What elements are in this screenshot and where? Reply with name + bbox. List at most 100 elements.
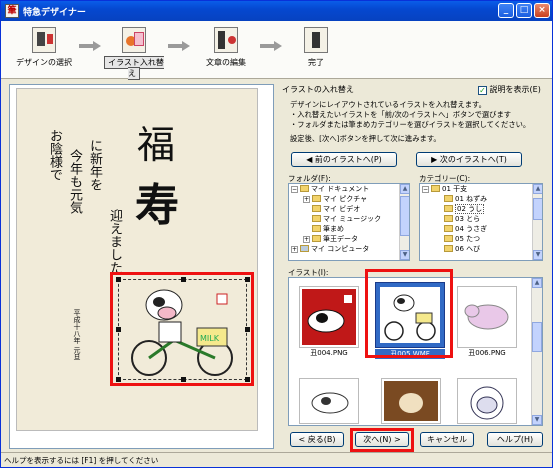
illust-thumb[interactable]: [299, 286, 359, 348]
resize-handle[interactable]: [116, 377, 121, 382]
scroll-thumb[interactable]: [532, 322, 542, 352]
illust-caption: 丑006.PNG: [468, 349, 506, 357]
step-arrow-icon: [79, 41, 101, 51]
category-item[interactable]: 03 とら: [420, 214, 542, 224]
app-icon: 筆: [5, 4, 19, 18]
back-button[interactable]: < 戻る(B): [290, 432, 344, 447]
illust-thumb[interactable]: [457, 378, 517, 424]
illust-thumb[interactable]: [457, 286, 517, 348]
folder-icon: [312, 225, 321, 232]
step-illust-replace[interactable]: イラスト入れ替え: [103, 27, 165, 80]
next-button-highlight: [350, 428, 414, 452]
show-description-checkbox[interactable]: ✓ 説明を表示(E): [478, 84, 541, 95]
svg-text:MILK: MILK: [200, 334, 220, 343]
window-title: 特急デザイナー: [23, 8, 86, 18]
category-item[interactable]: 01 ねずみ: [420, 194, 542, 204]
category-item[interactable]: 05 たつ: [420, 234, 542, 244]
resize-handle[interactable]: [116, 327, 121, 332]
close-button[interactable]: ×: [534, 3, 550, 18]
resize-handle[interactable]: [245, 277, 250, 282]
main-window: 筆 特急デザイナー _ □ × デザインの選択 イラスト入れ替え 文章の編集 完…: [0, 0, 553, 468]
category-item[interactable]: 04 うさぎ: [420, 224, 542, 234]
folder-tree-item[interactable]: − マイ ドキュメント: [289, 184, 409, 194]
illust-thumb[interactable]: [381, 378, 441, 424]
folder-icon: [444, 195, 453, 202]
collapse-icon: −: [422, 186, 429, 193]
card-text-line: 今年も元気: [67, 149, 82, 214]
folder-icon: [444, 215, 453, 222]
title-bar: 筆 特急デザイナー _ □ ×: [1, 1, 552, 21]
minimize-button[interactable]: _: [498, 3, 514, 18]
resize-handle[interactable]: [116, 277, 121, 282]
arrow-right-icon: ▶: [431, 155, 438, 164]
selected-thumb-highlight: [365, 269, 453, 358]
card-date: 平成十八年 元旦: [73, 309, 81, 361]
scroll-down-icon[interactable]: ▼: [533, 250, 542, 260]
folder-icon: [444, 235, 453, 242]
computer-icon: [300, 245, 309, 252]
text-edit-icon: [214, 27, 238, 53]
card-big-char-1: 福: [137, 123, 176, 167]
illust-thumb[interactable]: [299, 378, 359, 424]
scroll-thumb[interactable]: [400, 196, 409, 236]
step-arrow-icon: [260, 41, 282, 51]
resize-handle[interactable]: [245, 327, 250, 332]
maximize-button[interactable]: □: [516, 3, 532, 18]
illust-placeholder[interactable]: MILK: [118, 279, 247, 380]
folder-tree[interactable]: − マイ ドキュメント + マイ ピクチャ マイ ビデオ マイ ミュージック 筆まめ…: [288, 183, 410, 261]
folder-icon: [300, 185, 309, 192]
folder-icon: [312, 215, 321, 222]
card-text-line: お陰様で: [47, 129, 62, 181]
step-text-edit[interactable]: 文章の編集: [195, 27, 257, 68]
finish-icon: [304, 27, 328, 53]
expand-icon: +: [303, 196, 310, 203]
cow-bicycle-illust: MILK: [131, 289, 233, 376]
cancel-button[interactable]: キャンセル: [420, 432, 474, 447]
design-thumb-icon: [32, 27, 56, 53]
expand-icon: +: [291, 246, 298, 253]
help-button[interactable]: ヘルプ(H): [487, 432, 543, 447]
scroll-up-icon[interactable]: ▲: [533, 184, 542, 194]
illust-grid-scrollbar[interactable]: ▲ ▼: [531, 278, 542, 425]
resize-handle[interactable]: [245, 377, 250, 382]
cow-thumb-icon: [384, 381, 438, 421]
next-illust-button[interactable]: ▶ 次のイラストへ(T): [416, 152, 522, 167]
scroll-up-icon[interactable]: ▲: [400, 184, 409, 194]
folder-tree-item[interactable]: マイ ミュージック: [289, 214, 409, 224]
wizard-steps: デザインの選択 イラスト入れ替え 文章の編集 完了: [1, 21, 552, 80]
expand-icon: +: [303, 236, 310, 243]
category-item[interactable]: −01 干支: [420, 184, 542, 194]
folder-tree-scrollbar[interactable]: ▲ ▼: [399, 184, 409, 260]
cow-thumb-icon: [464, 304, 509, 330]
folder-tree-item[interactable]: マイ ビデオ: [289, 204, 409, 214]
folder-open-icon: [444, 205, 453, 212]
folder-icon: [431, 185, 440, 192]
resize-handle[interactable]: [181, 277, 186, 282]
folder-tree-item[interactable]: 筆まめ: [289, 224, 409, 234]
scroll-up-icon[interactable]: ▲: [532, 278, 542, 288]
category-item-selected[interactable]: 02 うし: [420, 204, 542, 214]
cow-thumb-icon: [470, 386, 504, 420]
scroll-thumb[interactable]: [533, 198, 542, 220]
category-item[interactable]: 06 へび: [420, 244, 542, 254]
folder-tree-item[interactable]: + マイ コンピュータ: [289, 244, 409, 254]
description-text: デザインにレイアウトされているイラストを入れ替えます。 ・入れ替えたいイラストを…: [290, 100, 531, 143]
category-tree-scrollbar[interactable]: ▲ ▼: [532, 184, 542, 260]
folder-icon: [444, 245, 453, 252]
scroll-down-icon[interactable]: ▼: [532, 415, 542, 425]
arrow-left-icon: ◀: [306, 155, 313, 164]
card-big-char-2: 寿: [135, 180, 179, 231]
category-tree[interactable]: −01 干支 01 ねずみ 02 うし 03 とら 04 うさぎ 05 たつ 0…: [419, 183, 543, 261]
folder-tree-item[interactable]: + 筆王データ: [289, 234, 409, 244]
resize-handle[interactable]: [181, 377, 186, 382]
scroll-down-icon[interactable]: ▼: [400, 250, 409, 260]
step-design-select[interactable]: デザインの選択: [13, 27, 75, 68]
step-finish[interactable]: 完了: [291, 27, 341, 68]
folder-tree-item[interactable]: + マイ ピクチャ: [289, 194, 409, 204]
folder-icon: [312, 235, 321, 242]
folder-icon: [312, 205, 321, 212]
step-arrow-icon: [168, 41, 190, 51]
folder-icon: [444, 225, 453, 232]
prev-illust-button[interactable]: ◀ 前のイラストへ(P): [291, 152, 397, 167]
illust-caption: 丑004.PNG: [310, 349, 348, 357]
